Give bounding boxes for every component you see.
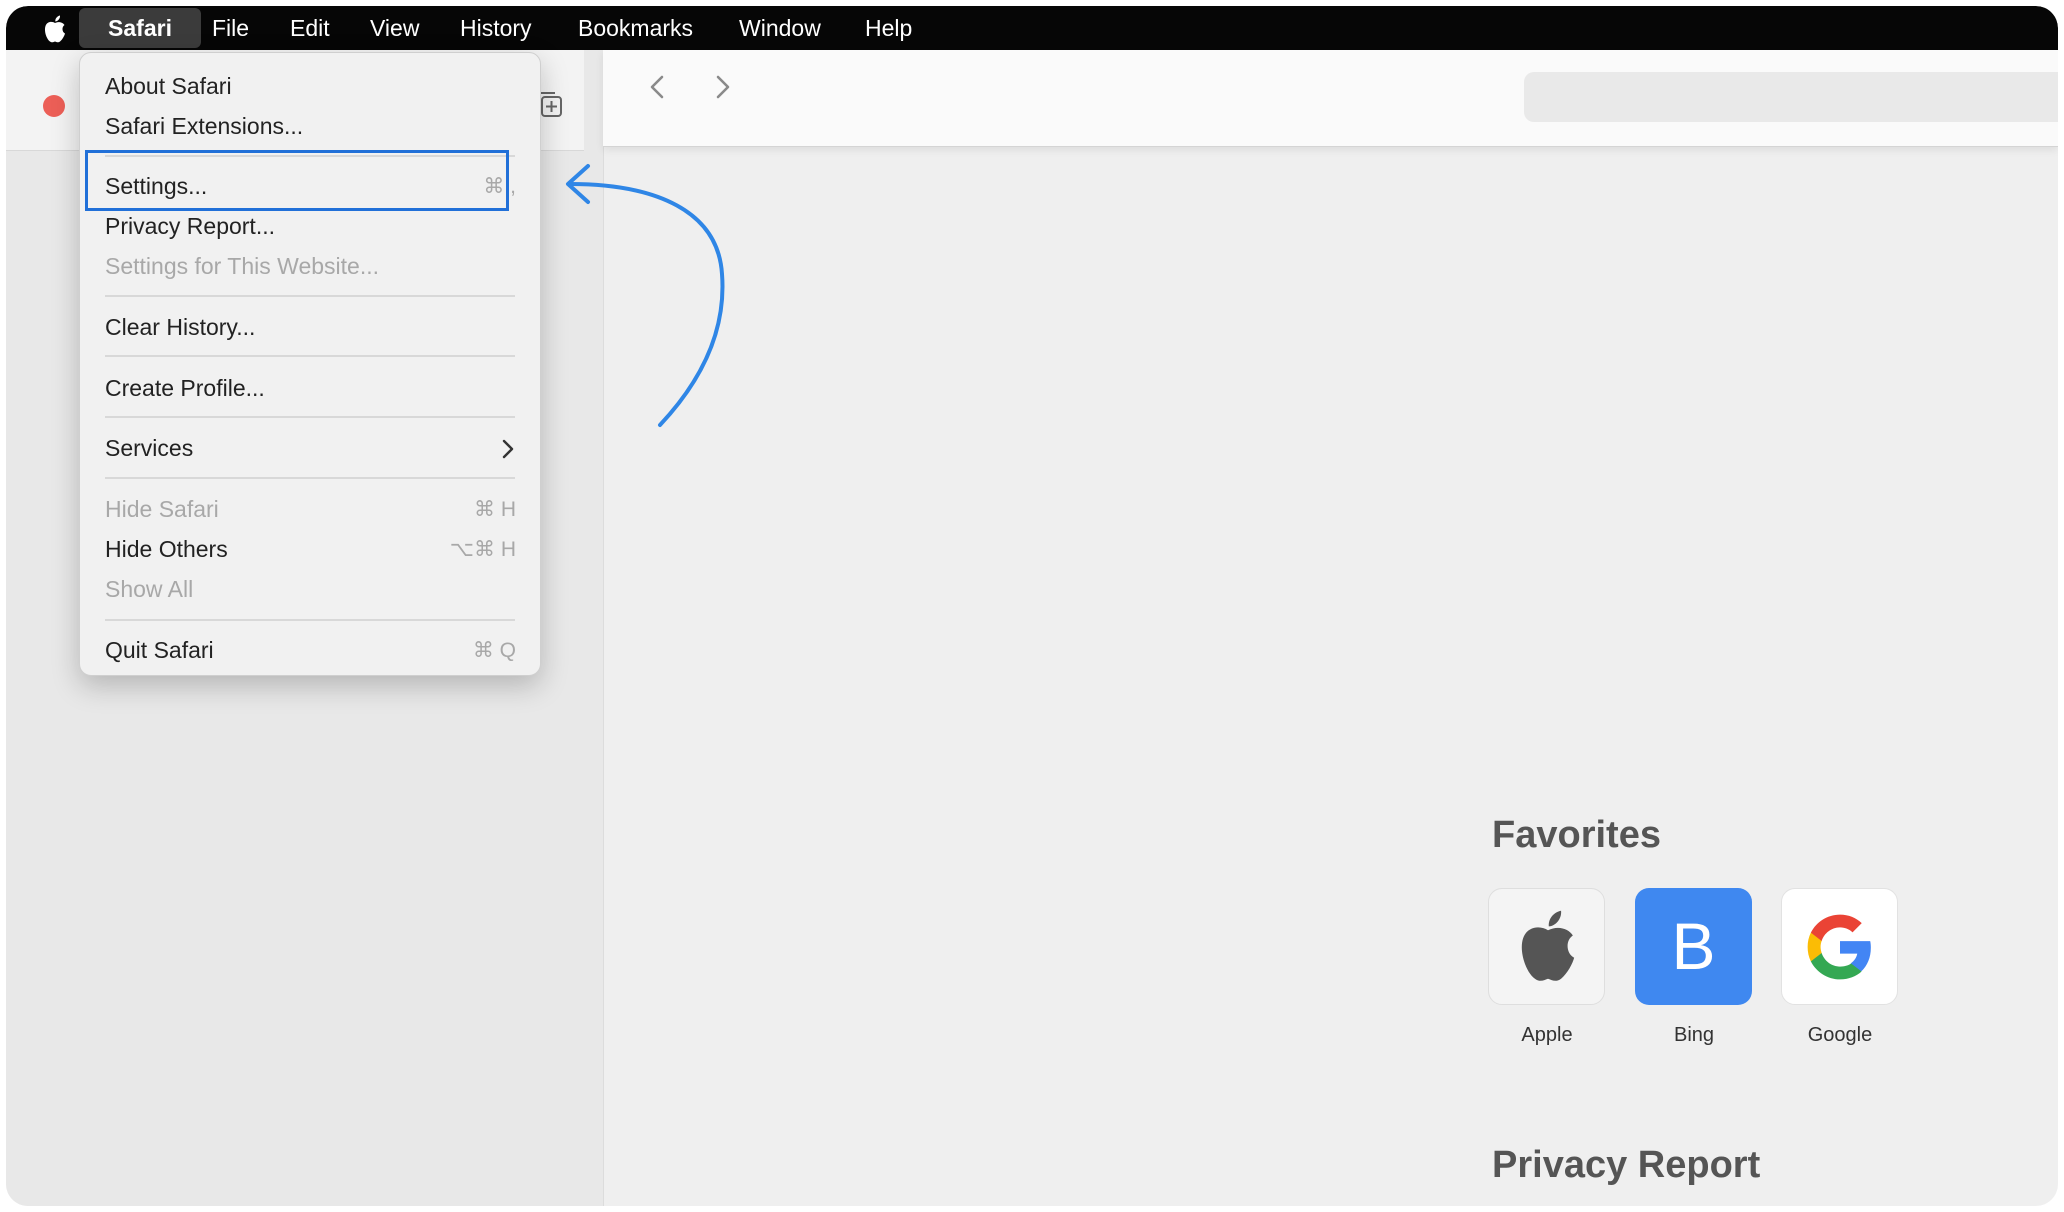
address-bar[interactable] xyxy=(1524,72,2058,122)
forward-button[interactable] xyxy=(707,72,737,102)
favorite-google-tile[interactable] xyxy=(1781,888,1898,1005)
settings-highlight-box xyxy=(85,150,509,211)
menu-bookmarks[interactable]: Bookmarks xyxy=(578,6,693,50)
chevron-right-icon xyxy=(500,437,516,461)
back-button[interactable] xyxy=(643,72,673,102)
menu-history[interactable]: History xyxy=(460,6,532,50)
menu-separator xyxy=(105,295,515,297)
apple-menu-icon[interactable] xyxy=(42,14,68,44)
menu-separator xyxy=(105,416,515,418)
menu-item-hide-others[interactable]: Hide Others xyxy=(105,536,228,563)
menu-separator xyxy=(105,355,515,357)
favorite-apple-tile[interactable] xyxy=(1488,888,1605,1005)
favorites-heading: Favorites xyxy=(1492,814,1661,856)
menu-file[interactable]: File xyxy=(212,6,249,50)
bing-letter: B xyxy=(1671,909,1716,983)
menu-item-show-all: Show All xyxy=(105,576,194,602)
menu-view[interactable]: View xyxy=(370,6,419,50)
favorite-bing-label: Bing xyxy=(1673,1024,1715,1046)
menu-window[interactable]: Window xyxy=(739,6,821,50)
hide-others-shortcut: ⌥⌘ H xyxy=(449,538,516,561)
menu-item-about-safari[interactable]: About Safari xyxy=(105,73,232,100)
menu-item-hide-safari: Hide Safari xyxy=(105,496,219,522)
favorite-google-label: Google xyxy=(1807,1024,1873,1046)
menu-item-services[interactable]: Services xyxy=(105,435,193,462)
menu-separator xyxy=(105,619,515,621)
menu-item-privacy-report[interactable]: Privacy Report... xyxy=(105,213,275,240)
safari-menu-dropdown: About Safari Safari Extensions... Settin… xyxy=(79,52,541,676)
menu-safari[interactable]: Safari xyxy=(79,8,201,48)
annotation-arrow-icon xyxy=(566,164,725,427)
menu-edit[interactable]: Edit xyxy=(290,6,330,50)
favorite-apple-label: Apple xyxy=(1521,1024,1573,1046)
menu-help[interactable]: Help xyxy=(865,6,912,50)
hide-safari-shortcut: ⌘ H xyxy=(474,498,516,521)
privacy-report-heading: Privacy Report xyxy=(1492,1144,1761,1186)
quit-shortcut: ⌘ Q xyxy=(472,639,516,662)
menu-separator xyxy=(105,477,515,479)
google-g-icon xyxy=(1807,914,1871,980)
menu-item-safari-extensions[interactable]: Safari Extensions... xyxy=(105,113,303,140)
favorite-bing-tile[interactable]: B xyxy=(1635,888,1752,1005)
menu-item-create-profile[interactable]: Create Profile... xyxy=(105,375,265,402)
apple-logo-icon xyxy=(1521,910,1575,981)
menu-item-clear-history[interactable]: Clear History... xyxy=(105,314,255,341)
safari-window: Safari File Edit View History Bookmarks … xyxy=(6,6,2058,1206)
menu-item-settings-for-website: Settings for This Website... xyxy=(105,253,379,279)
close-window-button[interactable] xyxy=(43,95,65,117)
menu-item-quit-safari[interactable]: Quit Safari xyxy=(105,637,214,664)
menu-bar: Safari File Edit View History Bookmarks … xyxy=(6,6,2058,50)
